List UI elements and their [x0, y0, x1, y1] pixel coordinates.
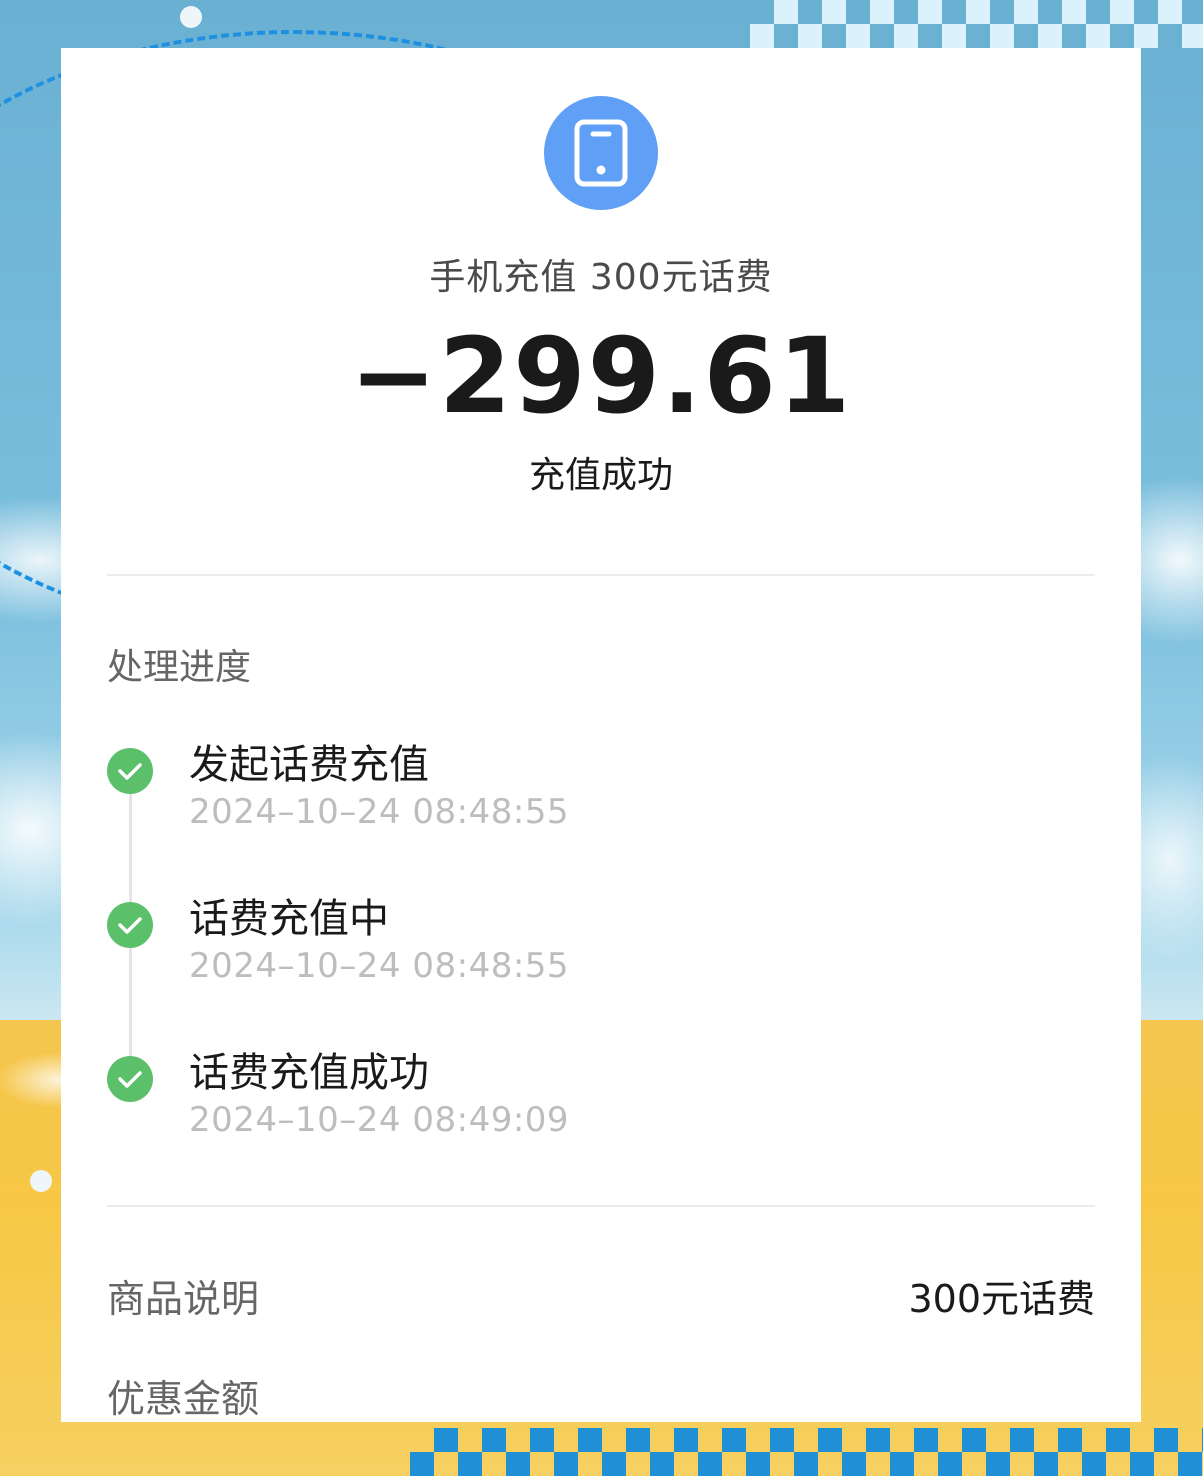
- progress-step-label: 话费充值中: [189, 896, 389, 942]
- transaction-title: 手机充值 300元话费: [429, 257, 773, 298]
- phone-icon: [544, 96, 658, 210]
- background-dot: [180, 6, 202, 28]
- background-checker-top: [750, 0, 1203, 48]
- divider: [107, 1205, 1095, 1207]
- transaction-amount: −299.61: [349, 315, 853, 437]
- check-icon: [107, 1056, 153, 1102]
- divider: [107, 574, 1095, 576]
- progress-step: 话费充值中 2024–10–24 08:48:55: [107, 886, 1007, 996]
- check-icon: [107, 748, 153, 794]
- progress-step: 话费充值成功 2024–10–24 08:49:09: [107, 1040, 1007, 1150]
- progress-step-label: 发起话费充值: [189, 742, 429, 788]
- background-checker-bottom: [410, 1428, 1203, 1476]
- background-dot: [30, 1170, 52, 1192]
- detail-row-discount: 优惠金额: [107, 1368, 1095, 1422]
- progress-step-time: 2024–10–24 08:48:55: [189, 946, 570, 986]
- check-icon: [107, 902, 153, 948]
- transaction-detail-card: 手机充值 300元话费 −299.61 充值成功 处理进度 发起话费充值 202…: [61, 48, 1141, 1422]
- transaction-status: 充值成功: [528, 455, 673, 496]
- progress-step-label: 话费充值成功: [189, 1050, 429, 1096]
- detail-row-product: 商品说明 300元话费: [107, 1268, 1095, 1328]
- progress-step: 发起话费充值 2024–10–24 08:48:55: [107, 732, 1007, 842]
- progress-step-time: 2024–10–24 08:49:09: [189, 1100, 570, 1140]
- detail-label: 优惠金额: [107, 1377, 260, 1421]
- progress-step-time: 2024–10–24 08:48:55: [189, 792, 570, 832]
- detail-value: 300元话费: [908, 1277, 1095, 1321]
- detail-label: 商品说明: [107, 1277, 260, 1321]
- progress-section-title: 处理进度: [107, 647, 252, 688]
